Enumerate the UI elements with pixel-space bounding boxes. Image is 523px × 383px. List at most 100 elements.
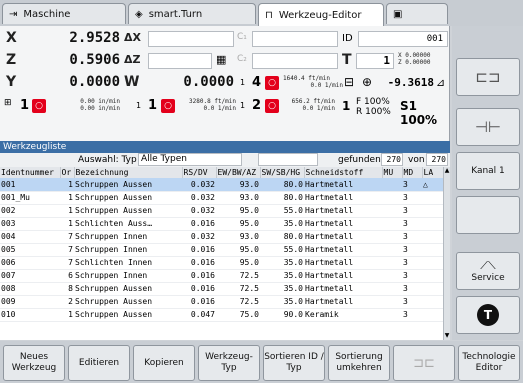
table-cell: 35.0 — [260, 269, 304, 283]
table-cell: 3 — [402, 191, 422, 205]
save-icon: ▣ — [393, 8, 403, 20]
table-cell: Hartmetall — [304, 256, 382, 270]
tab-bar: ⇥ Maschine ◈ smart.Turn ⊓ Werkzeug-Edito… — [0, 0, 523, 26]
col-header[interactable]: MU — [382, 167, 403, 178]
service-button[interactable]: ⟋⟍ Service — [456, 252, 520, 290]
spindle-4-rpm: 0.0 1/min — [310, 82, 343, 89]
table-cell: Hartmetall — [304, 243, 382, 257]
tab-save[interactable]: ▣ — [386, 3, 448, 24]
table-cell: 95.0 — [216, 243, 260, 257]
table-cell: 35.0 — [260, 295, 304, 309]
kanal-button[interactable]: Kanal 1 — [456, 152, 520, 190]
col-header[interactable]: Identnummer — [0, 167, 61, 178]
table-cell — [422, 230, 443, 244]
col-header[interactable]: SW/SB/HG — [260, 167, 305, 178]
table-cell: 0.016 — [182, 269, 216, 283]
table-cell: 0.016 — [182, 243, 216, 257]
table-cell: Schruppen Aussen — [74, 178, 182, 192]
t-label: T — [342, 52, 352, 68]
t-value: 1 — [356, 53, 394, 69]
softkey-label: Sortieren ID / Typ — [264, 352, 324, 373]
tab-smart-turn[interactable]: ◈ smart.Turn — [128, 3, 256, 24]
filter-select[interactable]: Alle Typen — [138, 153, 242, 166]
search-field[interactable] — [258, 153, 318, 166]
table-cell: Hartmetall — [304, 269, 382, 283]
table-cell — [422, 204, 443, 218]
table-cell: 35.0 — [260, 217, 304, 231]
table-row[interactable]: 007 6 Schruppen Innen 0.016 72.5 35.0 Hartmeta… — [0, 269, 443, 283]
tool-holder-icon: ⊏⊐ — [475, 68, 501, 86]
edit-button[interactable]: Editieren — [68, 345, 130, 381]
table-cell: Schruppen Aussen — [74, 204, 182, 218]
table-row[interactable]: 004 7 Schruppen Innen 0.032 93.0 80.0 Hartmeta… — [0, 230, 443, 244]
new-tool-button[interactable]: Neues Werkzeug — [3, 345, 65, 381]
col-header[interactable]: Schneidstoff — [304, 167, 383, 178]
table-cell: 3 — [402, 256, 422, 270]
table-cell: 002 — [0, 204, 60, 218]
table-cell: 95.0 — [216, 217, 260, 231]
table-row[interactable]: 003 1 Schlichten Auss… 0.016 95.0 35.0 Hartmet… — [0, 217, 443, 231]
feed-override: F 100% — [356, 97, 390, 107]
table-row[interactable]: 005 7 Schruppen Innen 0.016 95.0 55.0 Hartmeta… — [0, 243, 443, 257]
found-count: 270 — [381, 153, 403, 166]
table-cell — [382, 282, 402, 296]
right-softkey-2[interactable]: ⊣⊢ — [456, 108, 520, 146]
copy-button[interactable]: Kopieren — [133, 345, 195, 381]
table-row[interactable]: 002 1 Schruppen Aussen 0.032 95.0 55.0 Hartmet… — [0, 204, 443, 218]
table-cell: 3 — [402, 217, 422, 231]
col-header[interactable]: Bezeichnung — [74, 167, 183, 178]
table-cell: 1 — [60, 204, 74, 218]
delta-z-label: ΔZ — [124, 53, 141, 66]
table-cell: 3 — [402, 243, 422, 257]
technology-editor-button[interactable]: Technologie Editor — [458, 345, 520, 381]
table-row[interactable]: 001_Mu 1 Schruppen Aussen 0.032 93.0 80.0 Hart… — [0, 191, 443, 205]
c2-label: C₂ — [237, 54, 247, 64]
tab-werkzeug-editor[interactable]: ⊓ Werkzeug-Editor — [258, 3, 384, 26]
col-header[interactable]: EW/BW/AZ — [216, 167, 261, 178]
tool-type-button[interactable]: Werkzeug-Typ — [198, 345, 260, 381]
col-header[interactable]: MD — [402, 167, 423, 178]
reverse-sort-button[interactable]: Sortierung umkehren — [328, 345, 390, 381]
col-header[interactable]: Or — [60, 167, 75, 178]
machine-icon: ⇥ — [9, 8, 18, 20]
w-label: W — [124, 74, 140, 90]
table-row[interactable]: 008 8 Schruppen Aussen 0.016 72.5 35.0 Hartmet… — [0, 282, 443, 296]
table-cell: 3 — [402, 230, 422, 244]
table-row[interactable]: 010 1 Schruppen Aussen 0.047 75.0 90.0 Keramik… — [0, 308, 443, 322]
table-cell: Schruppen Aussen — [74, 282, 182, 296]
scroll-down-icon[interactable]: ▼ — [444, 332, 450, 340]
table-cell — [382, 204, 402, 218]
tab-maschine[interactable]: ⇥ Maschine — [2, 3, 126, 24]
table-scrollbar[interactable]: ▲ ▼ — [443, 167, 450, 340]
axis-y-label: Y — [6, 74, 17, 90]
table-row[interactable]: 009 2 Schruppen Aussen 0.016 72.5 35.0 Hartmet… — [0, 295, 443, 309]
col-header[interactable]: LA — [422, 167, 444, 178]
spindle-2-rpm: 0.0 1/min — [302, 105, 335, 112]
c1-field — [252, 31, 338, 47]
table-row[interactable]: 001 1 Schruppen Aussen 0.032 93.0 80.0 Hartmet… — [0, 178, 443, 192]
delta-z-field — [148, 53, 212, 69]
turn-mode-button[interactable]: T — [456, 296, 520, 334]
scroll-up-icon[interactable]: ▲ — [444, 167, 450, 175]
disabled-softkey[interactable]: ⊐⊏ — [393, 345, 455, 381]
machine-display: X 2.9528 ΔX C₁ ID 001 Z 0.5906 ΔZ ▦ C₂ T… — [0, 26, 450, 142]
right-softkey-4[interactable] — [456, 196, 520, 234]
feed-rapid-override: F 100% R 100% — [356, 97, 400, 117]
override-number: 1 — [342, 99, 351, 113]
table-header: Identnummer Or Bezeichnung RS/DV EW/BW/A… — [0, 167, 444, 178]
table-cell: 006 — [0, 256, 60, 270]
program-icon: ◈ — [135, 8, 143, 20]
sort-id-type-button[interactable]: Sortieren ID / Typ — [263, 345, 325, 381]
feed-value: 0.00 in/min — [80, 98, 120, 105]
col-header[interactable]: RS/DV — [182, 167, 217, 178]
table-row[interactable]: 006 7 Schlichten Innen 0.016 95.0 35.0 Hartmet… — [0, 256, 443, 270]
softkey-label: Kopieren — [144, 357, 184, 368]
table-cell — [382, 217, 402, 231]
table-cell: Hartmetall — [304, 191, 382, 205]
right-softkey-1[interactable]: ⊏⊐ — [456, 58, 520, 96]
feed-value-2: 0.00 in/min — [80, 105, 120, 112]
spindle-1-rpm: 0.0 1/min — [203, 105, 236, 112]
table-cell: 7 — [60, 243, 74, 257]
s2-prefix: 1 — [240, 101, 246, 110]
spindle-1-speed: 3280.8 ft/min — [189, 98, 236, 105]
